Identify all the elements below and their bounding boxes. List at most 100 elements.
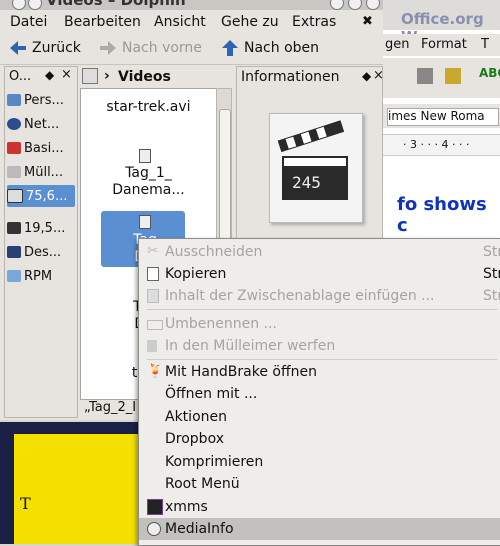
trash-icon (7, 166, 21, 178)
place-label: 19,5... (24, 220, 66, 236)
toolbar: Zurück Nach vorne Nach oben (0, 36, 383, 65)
oo-menu-item[interactable]: T (481, 37, 489, 52)
print-icon[interactable] (417, 68, 433, 84)
menu-label: Umbenennen ... (165, 316, 277, 332)
breadcrumb: › Videos (80, 66, 230, 88)
close-tab-icon[interactable]: ✖ (362, 14, 373, 29)
print-preview-icon[interactable] (445, 68, 461, 84)
close-icon[interactable] (366, 0, 380, 10)
oo-document[interactable]: fo shows c (383, 190, 500, 236)
info-title: Informationen (241, 69, 340, 85)
video-file-icon (139, 215, 151, 229)
folder-home-icon (7, 94, 21, 106)
oo-menubar: gen Format T (383, 34, 500, 56)
menu-trash[interactable]: In den Mülleimer werfen (139, 335, 500, 357)
clapperboard-icon: 245 (277, 120, 348, 200)
oo-font-box[interactable]: imes New Roma (383, 104, 500, 128)
breadcrumb-videos[interactable]: Videos (118, 69, 171, 85)
file-tag1-line2[interactable]: Danema... (81, 182, 216, 199)
place-personal[interactable]: Pers... (7, 89, 75, 111)
float-icon[interactable]: ◆ (362, 69, 371, 83)
place-drive-75[interactable]: 75,6... (7, 185, 75, 207)
menu-label: Komprimieren (165, 454, 264, 470)
video-file-icon (139, 149, 151, 163)
trash-icon (147, 340, 157, 352)
menu-compress[interactable]: Komprimieren (139, 451, 500, 473)
folder-red-icon (7, 142, 21, 154)
menu-xmms[interactable]: xmms (139, 496, 500, 518)
oo-menu-item[interactable]: gen (385, 37, 410, 52)
oo-titlebar[interactable]: Office.org W (383, 0, 500, 46)
forward-button[interactable]: Nach vorne (100, 40, 202, 56)
menu-rename[interactable]: Umbenennen ... (139, 313, 500, 335)
openoffice-window: Office.org W gen Format T ABC✓ imes New … (383, 0, 500, 240)
place-label: Des... (24, 244, 62, 260)
scrollbar-thumb[interactable] (219, 109, 231, 251)
menu-paste[interactable]: Inhalt der Zwischenablage einfügen ... S… (139, 285, 500, 307)
place-label: Basi... (24, 140, 64, 156)
font-name-field[interactable]: imes New Roma (387, 108, 499, 126)
place-desktop[interactable]: Des... (7, 241, 75, 263)
menu-label: In den Mülleimer werfen (165, 338, 336, 354)
file-star-trek[interactable]: star-trek.avi (81, 99, 216, 116)
mediainfo-icon (147, 522, 161, 536)
arrow-right-icon (100, 41, 116, 55)
menu-label: Aktionen (165, 409, 227, 425)
menu-separator (147, 359, 497, 360)
menu-label: Öffnen mit ... (165, 386, 258, 402)
oo-toolbar: ABC✓ (383, 58, 500, 98)
place-trash[interactable]: Müll... (7, 161, 75, 183)
handbrake-icon: 🍹 (147, 364, 164, 379)
titlebar[interactable]: Videos – Dolphin (0, 0, 383, 10)
minimize-icon[interactable] (330, 0, 344, 10)
place-root[interactable]: Basi... (7, 137, 75, 159)
menu-label: xmms (165, 499, 208, 515)
oo-ruler: · 3 · · · 4 · · · (383, 134, 500, 156)
menu-mediainfo[interactable]: MediaInfo (139, 518, 500, 540)
places-header: O... ◆ × (5, 67, 77, 87)
folder-view-icon[interactable] (82, 68, 98, 84)
desktop-strip (0, 422, 140, 434)
clapperboard-number: 245 (292, 173, 321, 192)
forward-label: Nach vorne (122, 40, 202, 56)
drive-icon (7, 189, 23, 203)
file-tag1-line1[interactable]: Tag_1_ (81, 165, 216, 182)
place-network[interactable]: Net... (7, 113, 75, 135)
arrow-up-icon (222, 40, 238, 56)
menu-datei[interactable]: Datei (10, 14, 47, 30)
copy-icon (147, 267, 159, 281)
pin-icon[interactable] (28, 0, 42, 10)
menu-actions[interactable]: Aktionen (139, 406, 500, 428)
back-button[interactable]: Zurück (10, 40, 81, 56)
menu-root[interactable]: Root Menü (139, 473, 500, 495)
menu-ansicht[interactable]: Ansicht (154, 14, 206, 30)
place-label: RPM (24, 268, 53, 284)
up-button[interactable]: Nach oben (222, 40, 319, 56)
place-drive-19[interactable]: 19,5... (7, 217, 75, 239)
places-panel: O... ◆ × Pers... Net... Basi... Müll... … (4, 66, 78, 418)
menu-label: MediaInfo (165, 521, 234, 537)
spellcheck-icon[interactable]: ABC✓ (479, 66, 500, 80)
menu-shortcut: Str (483, 288, 500, 304)
window-menu-icon[interactable] (12, 0, 26, 10)
menu-cut[interactable]: ✂ Ausschneiden Str (139, 241, 500, 263)
menu-extras[interactable]: Extras (292, 14, 336, 30)
close-panel-icon[interactable]: × (61, 67, 72, 82)
menu-open-with[interactable]: Öffnen mit ... (139, 383, 500, 405)
maximize-icon[interactable] (348, 0, 362, 10)
menu-dropbox[interactable]: Dropbox (139, 428, 500, 450)
menu-label: Mit HandBrake öffnen (165, 364, 317, 380)
menu-label: Inhalt der Zwischenablage einfügen ... (165, 288, 435, 304)
menu-label: Ausschneiden (165, 244, 263, 260)
menu-open-handbrake[interactable]: 🍹 Mit HandBrake öffnen (139, 361, 500, 383)
float-icon[interactable]: ◆ (45, 68, 54, 82)
menu-shortcut: Str (483, 244, 500, 260)
menu-bearbeiten[interactable]: Bearbeiten (64, 14, 141, 30)
folder-icon (7, 270, 21, 282)
paste-icon (147, 289, 159, 303)
place-label: Müll... (24, 164, 64, 180)
oo-menu-format[interactable]: Format (421, 37, 467, 52)
menu-gehe-zu[interactable]: Gehe zu (221, 14, 279, 30)
menu-copy[interactable]: Kopieren Str (139, 263, 500, 285)
place-rpm[interactable]: RPM (7, 265, 75, 287)
